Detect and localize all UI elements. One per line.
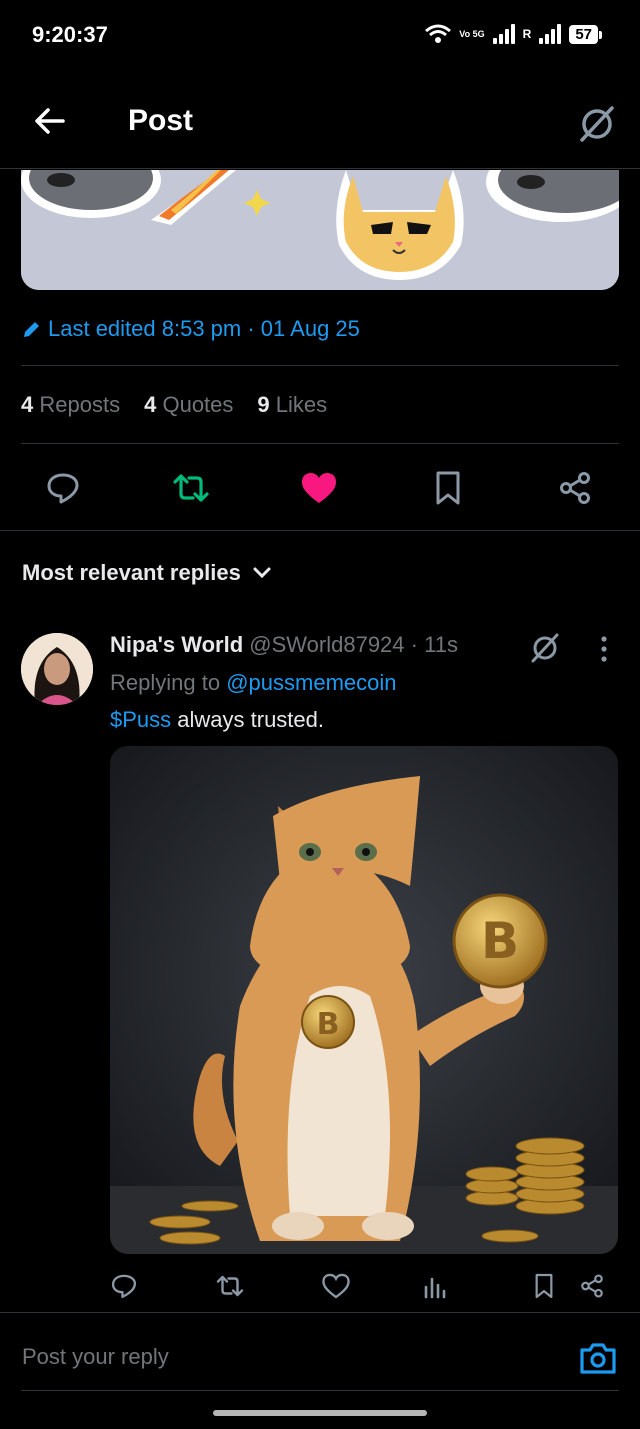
quotes-stat[interactable]: 4 Quotes — [144, 392, 233, 418]
last-edited-link[interactable]: Last edited 8:53 pm · 01 Aug 25 — [22, 316, 360, 342]
home-indicator[interactable] — [213, 1410, 427, 1416]
avatar-image — [21, 633, 93, 705]
reply-text: $Puss always trusted. — [110, 707, 324, 733]
camera-icon — [580, 1343, 616, 1374]
grok-icon — [531, 633, 559, 663]
reply-views-button[interactable] — [418, 1268, 454, 1304]
reply-author-handle: @SWorld87924 — [249, 632, 405, 657]
divider — [21, 365, 619, 366]
post-actions — [21, 462, 619, 514]
grok-button[interactable] — [576, 102, 618, 144]
reposts-stat[interactable]: 4 Reposts — [21, 392, 120, 418]
wifi-icon — [425, 24, 452, 43]
post-stats: 4 Reposts 4 Quotes 9 Likes — [21, 392, 327, 418]
reply-timestamp: · 11s — [410, 632, 458, 657]
post-image[interactable] — [21, 170, 619, 290]
signal-icon-2 — [539, 24, 562, 44]
likes-count: 9 — [257, 392, 270, 417]
reply-sort-dropdown[interactable]: Most relevant replies — [22, 560, 271, 586]
divider — [0, 530, 640, 531]
share-icon — [560, 472, 590, 504]
roaming-indicator: R — [522, 27, 532, 41]
reposts-count: 4 — [21, 392, 34, 417]
more-vertical-icon — [601, 636, 607, 662]
reply-input[interactable]: Post your reply — [22, 1344, 169, 1370]
reply-body: always trusted. — [171, 707, 324, 732]
reply-reply-button[interactable] — [106, 1268, 142, 1304]
reply-sort-label: Most relevant replies — [22, 560, 241, 585]
bookmark-icon — [436, 471, 460, 505]
reply-author[interactable]: Nipa's World @SWorld87924 · 11s — [110, 632, 458, 658]
like-button[interactable] — [293, 462, 345, 514]
share-icon — [581, 1274, 603, 1298]
battery-icon: 57 — [569, 24, 602, 44]
top-bar — [0, 80, 640, 169]
back-button[interactable] — [30, 101, 70, 141]
arrow-left-icon — [35, 108, 65, 134]
reply-actions — [110, 1268, 622, 1304]
likes-label: Likes — [275, 392, 328, 417]
network-type: Vo 5G — [459, 28, 485, 39]
svg-text:B: B — [481, 912, 519, 970]
reply-like-button[interactable] — [318, 1268, 354, 1304]
signal-icon — [492, 24, 515, 44]
quotes-count: 4 — [144, 392, 157, 417]
status-icons: Vo 5G R 57 — [425, 24, 602, 44]
last-edited-text: Last edited 8:53 pm · 01 Aug 25 — [48, 316, 360, 341]
reply-grok-button[interactable] — [528, 630, 562, 664]
repost-button[interactable] — [165, 462, 217, 514]
edit-pencil-icon — [24, 322, 39, 337]
share-button[interactable] — [549, 462, 601, 514]
chevron-down-icon — [253, 567, 271, 579]
cat-holding-bitcoin-image: B B — [110, 746, 618, 1254]
more-options-button[interactable] — [600, 636, 608, 662]
grok-icon — [580, 106, 614, 142]
page-title: Post — [128, 104, 194, 137]
reply-share-button[interactable] — [574, 1268, 610, 1304]
reply-icon — [47, 473, 79, 504]
bookmark-button[interactable] — [422, 462, 474, 514]
divider — [21, 1390, 619, 1391]
divider — [21, 443, 619, 444]
bookmark-icon — [535, 1273, 553, 1299]
svg-text:B: B — [317, 1007, 340, 1042]
cashtag-link[interactable]: $Puss — [110, 707, 171, 732]
analytics-icon — [424, 1277, 446, 1299]
avatar[interactable] — [21, 633, 93, 705]
replying-to-mention[interactable]: @pussmemecoin — [226, 670, 396, 695]
quotes-label: Quotes — [162, 392, 234, 417]
reply-bookmark-button[interactable] — [526, 1268, 562, 1304]
repost-icon — [216, 1275, 244, 1297]
reply-author-name: Nipa's World — [110, 632, 244, 657]
camera-button[interactable] — [578, 1338, 618, 1378]
divider — [0, 1312, 640, 1313]
replying-prefix: Replying to — [110, 670, 221, 695]
reply-image[interactable]: B B — [110, 746, 618, 1254]
reply-button[interactable] — [37, 462, 89, 514]
heart-icon — [322, 1273, 350, 1299]
replying-to: Replying to @pussmemecoin — [110, 670, 397, 696]
reply-repost-button[interactable] — [212, 1268, 248, 1304]
heart-filled-icon — [302, 473, 336, 503]
status-time: 9:20:37 — [32, 22, 108, 47]
repost-icon — [173, 474, 209, 502]
cat-stickers-illustration — [21, 170, 619, 290]
reposts-label: Reposts — [39, 392, 121, 417]
likes-stat[interactable]: 9 Likes — [257, 392, 327, 418]
reply-icon — [111, 1274, 137, 1299]
